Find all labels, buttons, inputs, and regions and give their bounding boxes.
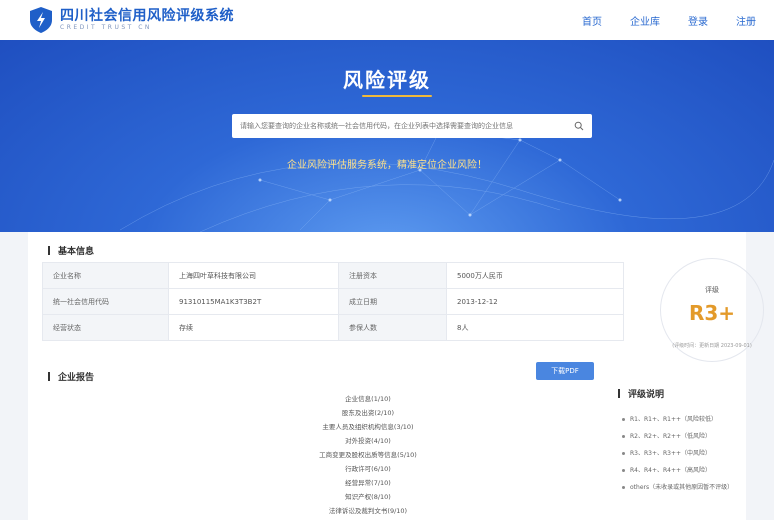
search-box <box>232 114 592 138</box>
search-icon[interactable] <box>574 121 584 131</box>
table-row: 经营状态 存续 参保人数 8人 <box>42 314 624 341</box>
table-row: 统一社会信用代码 91310115MA1K3T3B2T 成立日期 2013-12… <box>42 288 624 315</box>
section-marker <box>618 389 620 398</box>
list-item[interactable]: 股东及出资(2/10) <box>208 406 528 420</box>
bullet-icon <box>622 418 625 421</box>
basic-info-section-title: 基本信息 <box>48 244 94 257</box>
table-value: 91310115MA1K3T3B2T <box>168 288 339 315</box>
legend-section-title: 评级说明 <box>618 387 664 400</box>
table-label: 参保人数 <box>338 314 447 341</box>
list-item[interactable]: 知识产权(8/10) <box>208 490 528 504</box>
table-value: 上海四叶草科技有限公司 <box>168 262 339 289</box>
bullet-icon <box>622 452 625 455</box>
table-row: 企业名称 上海四叶草科技有限公司 注册资本 5000万人民币 <box>42 262 624 289</box>
nav-home-link[interactable]: 首页 <box>582 13 602 28</box>
bullet-icon <box>622 435 625 438</box>
report-section-title: 企业报告 <box>48 370 94 383</box>
brand-subtitle: CREDIT TRUST CN <box>60 24 152 31</box>
legend-item-label: R2、R2+、R2++（低风险） <box>630 433 712 440</box>
legend-title: 评级说明 <box>628 390 665 400</box>
bullet-icon <box>622 486 625 489</box>
legend-item-label: R3、R3+、R3++（中风险） <box>630 450 712 457</box>
nav-login-link[interactable]: 登录 <box>688 13 708 28</box>
main-nav: 首页 企业库 登录 注册 <box>582 13 756 28</box>
brand-logo[interactable]: 四川社会信用风险评级系统 CREDIT TRUST CN <box>28 6 234 34</box>
legend-item: R2、R2+、R2++（低风险） <box>622 428 733 445</box>
report-item-list: 企业信息(1/10) 股东及出资(2/10) 主要人员及组织机构信息(3/10)… <box>208 392 528 518</box>
nav-register-link[interactable]: 注册 <box>736 13 756 28</box>
report-title: 企业报告 <box>58 373 95 383</box>
list-item[interactable]: 经营异常(7/10) <box>208 476 528 490</box>
rating-label: 评级 <box>705 286 719 294</box>
hero-tagline: 企业风险评估服务系统，精准定位企业风险！ <box>287 160 487 171</box>
list-item[interactable]: 行政许可(6/10) <box>208 462 528 476</box>
section-marker <box>48 372 50 381</box>
table-value: 2013-12-12 <box>446 288 624 315</box>
hero-banner: 风险评级 企业风险评估服务系统，精准定位企业风险！ <box>0 40 774 232</box>
brand-name: 四川社会信用风险评级系统 <box>60 8 234 24</box>
list-item[interactable]: 法律诉讼及裁判文书(9/10) <box>208 504 528 518</box>
basic-info-title: 基本信息 <box>58 247 95 257</box>
list-item[interactable]: 对外投资(4/10) <box>208 434 528 448</box>
legend-item: others（未收录或其他原因暂不评级） <box>622 479 733 496</box>
list-item[interactable]: 主要人员及组织机构信息(3/10) <box>208 420 528 434</box>
list-item[interactable]: 工商变更及股权出质等信息(5/10) <box>208 448 528 462</box>
hero-title: 风险评级 <box>343 68 431 92</box>
list-item[interactable]: 企业信息(1/10) <box>208 392 528 406</box>
table-label: 统一社会信用代码 <box>42 288 169 315</box>
section-marker <box>48 246 50 255</box>
rating-value: R3+ <box>688 301 736 325</box>
shield-logo-icon <box>30 7 52 33</box>
table-value: 8人 <box>446 314 624 341</box>
company-search-input[interactable] <box>240 122 574 130</box>
hero-title-underline <box>362 95 432 97</box>
table-label: 注册资本 <box>338 262 447 289</box>
rating-card: 评级 R3+ (评级时间：更新日期 2023-09-01) <box>634 258 764 362</box>
table-value: 存续 <box>168 314 339 341</box>
legend-item: R4、R4+、R4++（高风险） <box>622 462 733 479</box>
legend-item-label: R1、R1+、R1++（风险较低） <box>630 416 718 423</box>
nav-company-library-link[interactable]: 企业库 <box>630 13 660 28</box>
legend-item: R3、R3+、R3++（中风险） <box>622 445 733 462</box>
table-label: 成立日期 <box>338 288 447 315</box>
legend-list: R1、R1+、R1++（风险较低） R2、R2+、R2++（低风险） R3、R3… <box>622 411 733 496</box>
legend-item: R1、R1+、R1++（风险较低） <box>622 411 733 428</box>
legend-item-label: others（未收录或其他原因暂不评级） <box>630 484 734 491</box>
download-pdf-button[interactable]: 下载PDF <box>536 362 594 380</box>
rating-footer: (评级时间：更新日期 2023-09-01) <box>672 343 752 349</box>
table-value: 5000万人民币 <box>446 262 624 289</box>
top-navigation-bar: 四川社会信用风险评级系统 CREDIT TRUST CN 首页 企业库 登录 注… <box>0 0 774 40</box>
rating-legend: 评级说明 R1、R1+、R1++（风险较低） R2、R2+、R2++（低风险） … <box>608 377 746 507</box>
table-label: 企业名称 <box>42 262 169 289</box>
content-panel: 基本信息 企业名称 上海四叶草科技有限公司 注册资本 5000万人民币 统一社会… <box>28 232 764 520</box>
legend-item-label: R4、R4+、R4++（高风险） <box>630 467 712 474</box>
bullet-icon <box>622 469 625 472</box>
table-label: 经营状态 <box>42 314 169 341</box>
basic-info-table: 企业名称 上海四叶草科技有限公司 注册资本 5000万人民币 统一社会信用代码 … <box>42 262 624 341</box>
